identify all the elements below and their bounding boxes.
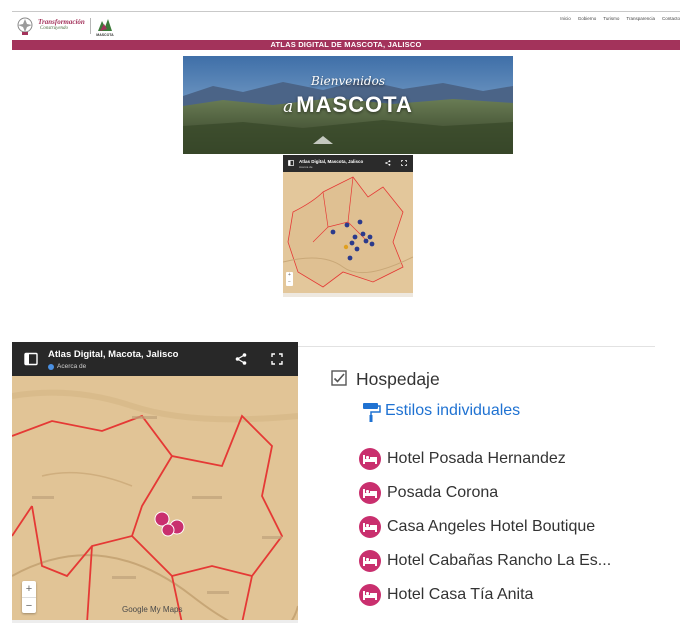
site-header: Transformación Construyendo MASCOTA Inic…	[12, 14, 680, 40]
bed-icon	[359, 448, 381, 470]
legend-item-hotel[interactable]: Casa Angeles Hotel Boutique	[359, 516, 595, 538]
bed-icon	[359, 550, 381, 572]
mini-zoom-in[interactable]: +	[286, 272, 293, 279]
mini-map-embed[interactable]: Atlas Digital, Mascota, Jalisco Acerca d…	[283, 155, 413, 297]
map-legend-panel: Hospedaje Estilos individuales Hotel Pos…	[298, 342, 655, 623]
sidebar-icon[interactable]	[288, 160, 294, 166]
about-label: Acerca de	[57, 363, 87, 370]
top-nav: Inicio Gobierno Turismo Transparencia Co…	[560, 16, 680, 21]
mini-map-footer	[283, 293, 413, 297]
zoom-out-button[interactable]: −	[22, 597, 36, 613]
welcome-banner: Bienvenidos aMASCOTA	[183, 56, 513, 154]
mini-map-title: Atlas Digital, Mascota, Jalisco	[299, 159, 364, 164]
bed-icon	[359, 516, 381, 538]
large-map-canvas[interactable]	[12, 376, 298, 623]
bed-icon	[359, 584, 381, 606]
legend-item-label: Posada Corona	[387, 484, 499, 501]
paint-roller-icon[interactable]	[362, 401, 381, 423]
legend-item-label: Hotel Cabañas Rancho La Es...	[387, 552, 612, 569]
zoom-in-button[interactable]: +	[22, 581, 36, 597]
legend-top-divider	[298, 346, 655, 347]
nav-inicio[interactable]: Inicio	[560, 16, 571, 21]
layer-name: Hospedaje	[356, 369, 440, 389]
individual-styles-link[interactable]: Estilos individuales	[385, 402, 520, 420]
mini-zoom-out[interactable]: −	[286, 279, 293, 286]
mascota-logo[interactable]: MASCOTA	[94, 15, 116, 37]
nav-turismo[interactable]: Turismo	[603, 16, 619, 21]
large-map-embed[interactable]: Atlas Digital, Macota, Jalisco Acerca de…	[12, 342, 298, 623]
legend-item-label: Hotel Casa Tía Anita	[387, 586, 534, 603]
nav-gobierno[interactable]: Gobierno	[578, 16, 597, 21]
banner-prefix: a	[283, 97, 295, 117]
legend-item-hotel[interactable]: Hotel Posada Hernandez	[359, 448, 566, 470]
google-my-maps-logo[interactable]: Google My Maps	[122, 605, 182, 614]
mini-map-canvas[interactable]	[283, 172, 413, 297]
share-icon[interactable]	[385, 160, 391, 166]
layer-checkbox[interactable]	[331, 370, 347, 386]
banner-city: MASCOTA	[296, 92, 413, 117]
logo-divider	[90, 18, 91, 34]
logo-line-1: Transformación	[38, 18, 85, 26]
about-link[interactable]: Acerca de	[48, 363, 86, 370]
logo-mascota-text: MASCOTA	[96, 33, 114, 37]
municipal-seal-logo[interactable]	[16, 16, 34, 36]
legend-item-label: Hotel Posada Hernandez	[387, 450, 566, 467]
fullscreen-icon[interactable]	[401, 160, 407, 166]
mini-map-subtitle[interactable]: Acerca de	[299, 165, 313, 169]
nav-contacto[interactable]: Contacto	[662, 16, 680, 21]
nav-transparencia[interactable]: Transparencia	[626, 16, 655, 21]
transformacion-logo[interactable]: Transformación Construyendo	[38, 18, 88, 34]
legend-item-label: Casa Angeles Hotel Boutique	[387, 518, 596, 535]
banner-city-text: aMASCOTA	[183, 92, 513, 118]
logo-line-2: Construyendo	[40, 26, 69, 31]
large-map-title: Atlas Digital, Macota, Jalisco	[48, 349, 179, 360]
info-icon	[48, 363, 54, 370]
legend-item-hotel[interactable]: Posada Corona	[359, 482, 498, 504]
bed-icon	[359, 482, 381, 504]
page-title: ATLAS DIGITAL DE MASCOTA, JALISCO	[12, 40, 680, 50]
sidebar-icon[interactable]	[24, 352, 38, 366]
mini-map-zoom-control[interactable]: + −	[286, 272, 293, 286]
top-divider	[12, 11, 680, 12]
share-icon[interactable]	[234, 352, 248, 366]
zoom-control[interactable]: + −	[22, 581, 36, 613]
legend-item-hotel[interactable]: Hotel Casa Tía Anita	[359, 584, 533, 606]
banner-welcome-text: Bienvenidos	[311, 74, 385, 88]
legend-item-hotel[interactable]: Hotel Cabañas Rancho La Es...	[359, 550, 611, 572]
fullscreen-icon[interactable]	[270, 352, 284, 366]
